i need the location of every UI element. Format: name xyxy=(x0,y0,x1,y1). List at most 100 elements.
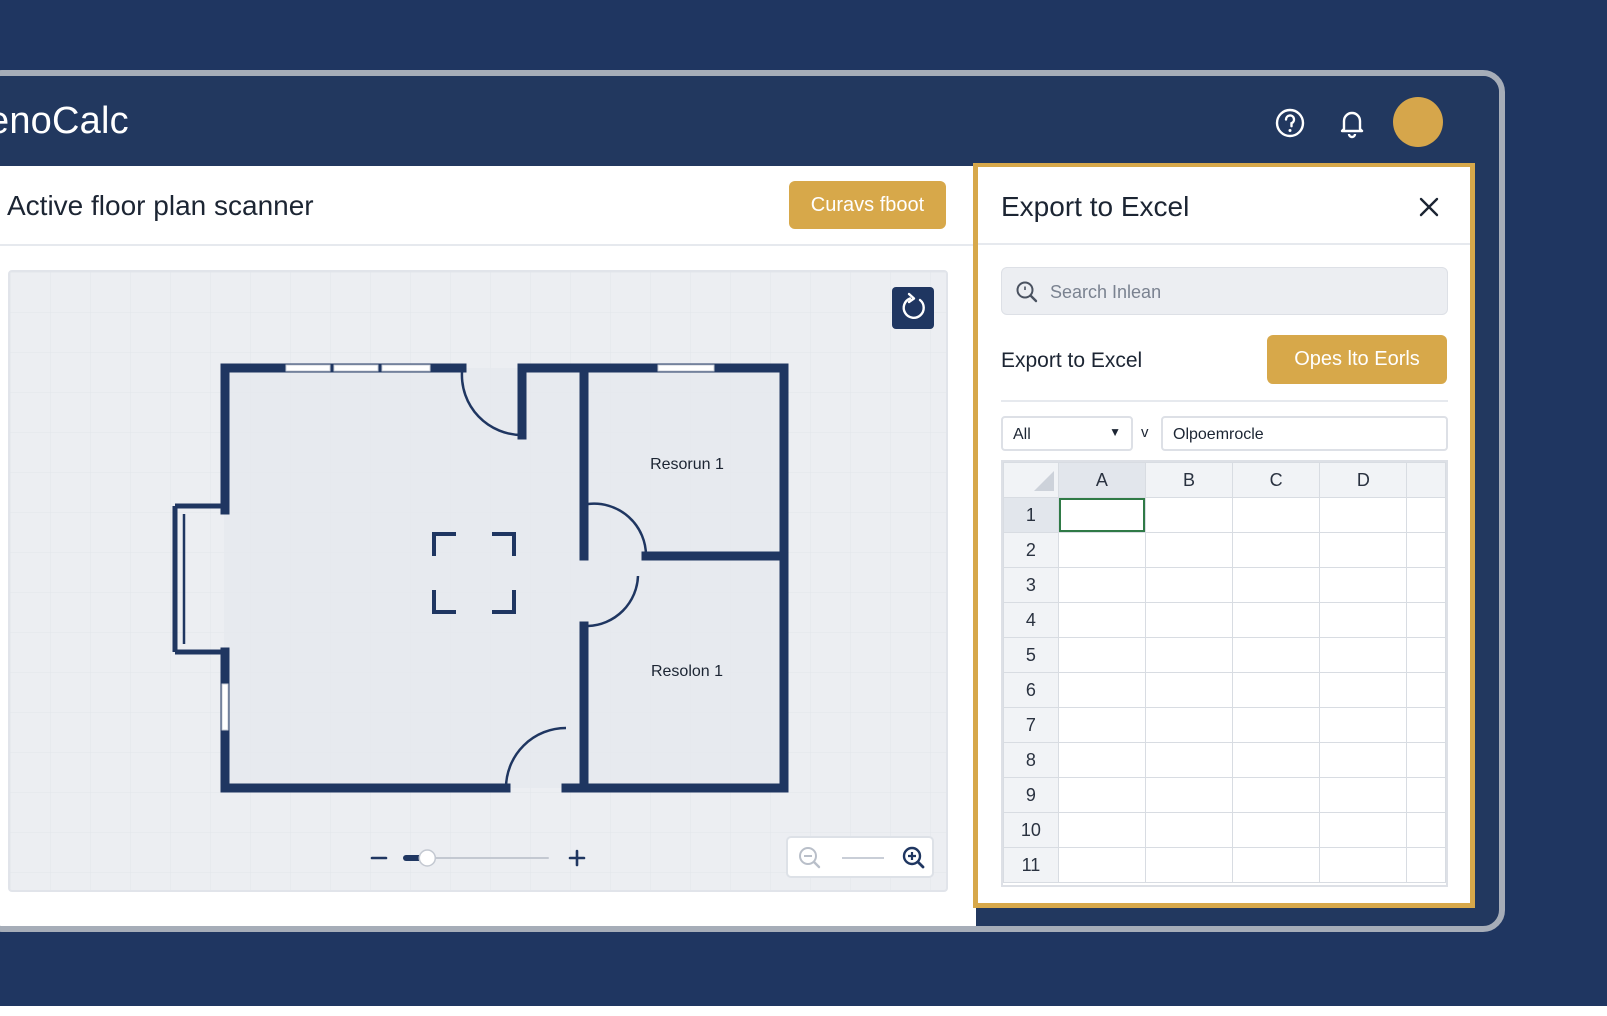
formula-bar[interactable]: Olpoemrocle xyxy=(1161,416,1448,451)
cell[interactable] xyxy=(1319,532,1408,568)
cell[interactable] xyxy=(1144,602,1234,638)
cell[interactable] xyxy=(1232,847,1321,883)
cell[interactable] xyxy=(1144,742,1234,778)
cell[interactable] xyxy=(1057,637,1146,673)
table-row: 2 xyxy=(1003,532,1446,568)
cell[interactable] xyxy=(1319,602,1408,638)
row-header[interactable]: 5 xyxy=(1003,637,1059,673)
select-all-corner[interactable] xyxy=(1003,462,1059,498)
row-header[interactable]: 9 xyxy=(1003,777,1059,813)
close-icon[interactable] xyxy=(1415,193,1443,221)
cell[interactable] xyxy=(1144,847,1234,883)
cell[interactable] xyxy=(1232,707,1321,743)
row-header[interactable]: 1 xyxy=(1003,497,1059,533)
scanner-action-button[interactable]: Curavs fboot xyxy=(789,181,946,229)
zoom-out-icon[interactable] xyxy=(799,847,821,869)
row-header[interactable]: 6 xyxy=(1003,672,1059,708)
export-divider xyxy=(1001,400,1448,402)
cell[interactable] xyxy=(1406,567,1446,603)
row-header[interactable]: 4 xyxy=(1003,602,1059,638)
cell[interactable] xyxy=(1319,812,1408,848)
reset-view-button[interactable] xyxy=(892,287,934,329)
scanner-title: Active floor plan scanner xyxy=(7,190,314,221)
cell[interactable] xyxy=(1057,532,1146,568)
cell[interactable] xyxy=(1057,812,1146,848)
cell[interactable] xyxy=(1319,707,1408,743)
cell[interactable] xyxy=(1144,532,1234,568)
bottom-strip xyxy=(0,1006,1607,1016)
cell[interactable] xyxy=(1319,847,1408,883)
column-header-c[interactable]: C xyxy=(1232,462,1321,498)
cell[interactable] xyxy=(1144,637,1234,673)
cell[interactable] xyxy=(1406,742,1446,778)
cell[interactable] xyxy=(1406,812,1446,848)
table-row: 11 xyxy=(1003,847,1446,883)
cell[interactable] xyxy=(1406,637,1446,673)
cell[interactable] xyxy=(1057,567,1146,603)
cell[interactable] xyxy=(1144,707,1234,743)
cell[interactable] xyxy=(1144,812,1234,848)
cell[interactable] xyxy=(1144,567,1234,603)
cell[interactable] xyxy=(1319,637,1408,673)
cell[interactable] xyxy=(1319,497,1408,533)
filter-select[interactable]: All ▼ xyxy=(1001,416,1133,451)
export-panel: Export to Excel Search Inlean Export to … xyxy=(973,163,1475,908)
cell[interactable] xyxy=(1057,672,1146,708)
table-row: 7 xyxy=(1003,707,1446,743)
search-input[interactable]: Search Inlean xyxy=(1001,267,1448,315)
corner-triangle-icon xyxy=(1034,471,1054,491)
row-header[interactable]: 3 xyxy=(1003,567,1059,603)
cell[interactable] xyxy=(1406,497,1446,533)
cell[interactable] xyxy=(1232,532,1321,568)
column-header-b[interactable]: B xyxy=(1144,462,1234,498)
floor-plan-canvas[interactable]: Resorun 1 Resolon 1 xyxy=(8,270,948,892)
cell[interactable] xyxy=(1232,777,1321,813)
room-label-1: Resorun 1 xyxy=(650,456,724,473)
cell[interactable] xyxy=(1232,602,1321,638)
bell-icon[interactable] xyxy=(1335,106,1369,140)
cell[interactable] xyxy=(1232,567,1321,603)
selected-cell-a1[interactable] xyxy=(1057,497,1146,533)
zoom-controls-icons xyxy=(799,846,925,869)
cell[interactable] xyxy=(1144,497,1234,533)
cell[interactable] xyxy=(1232,742,1321,778)
row-header[interactable]: 8 xyxy=(1003,742,1059,778)
cell[interactable] xyxy=(1057,847,1146,883)
cell[interactable] xyxy=(1232,812,1321,848)
cell[interactable] xyxy=(1057,777,1146,813)
row-header[interactable]: 10 xyxy=(1003,812,1059,848)
cell[interactable] xyxy=(1232,637,1321,673)
cell[interactable] xyxy=(1057,602,1146,638)
column-header-a[interactable]: A xyxy=(1057,462,1146,498)
cell[interactable] xyxy=(1406,847,1446,883)
row-header[interactable]: 11 xyxy=(1003,847,1059,883)
cell[interactable] xyxy=(1319,672,1408,708)
open-to-excel-button[interactable]: Opes lto Eorls xyxy=(1267,335,1447,384)
cell[interactable] xyxy=(1406,532,1446,568)
formula-separator: v xyxy=(1141,424,1149,441)
cell[interactable] xyxy=(1319,777,1408,813)
cell[interactable] xyxy=(1057,707,1146,743)
row-header[interactable]: 7 xyxy=(1003,707,1059,743)
cell[interactable] xyxy=(1406,602,1446,638)
cell[interactable] xyxy=(1406,707,1446,743)
spreadsheet-grid[interactable]: A B C D 1 2 3 4 5 6 7 8 9 10 11 xyxy=(1001,460,1448,887)
zoom-slider-thumb[interactable] xyxy=(418,849,437,867)
cell[interactable] xyxy=(1232,672,1321,708)
filter-select-value: All xyxy=(1013,426,1031,443)
table-row: 9 xyxy=(1003,777,1446,813)
user-avatar[interactable] xyxy=(1393,97,1443,147)
cell[interactable] xyxy=(1057,742,1146,778)
cell[interactable] xyxy=(1144,672,1234,708)
cell[interactable] xyxy=(1406,777,1446,813)
cell[interactable] xyxy=(1406,672,1446,708)
cell[interactable] xyxy=(1144,777,1234,813)
cell[interactable] xyxy=(1232,497,1321,533)
row-header[interactable]: 2 xyxy=(1003,532,1059,568)
column-header-d[interactable]: D xyxy=(1319,462,1408,498)
cell[interactable] xyxy=(1319,567,1408,603)
cell[interactable] xyxy=(1319,742,1408,778)
column-header-e[interactable] xyxy=(1406,462,1446,498)
help-circle-icon[interactable] xyxy=(1273,106,1307,140)
zoom-in-icon[interactable] xyxy=(902,846,925,869)
